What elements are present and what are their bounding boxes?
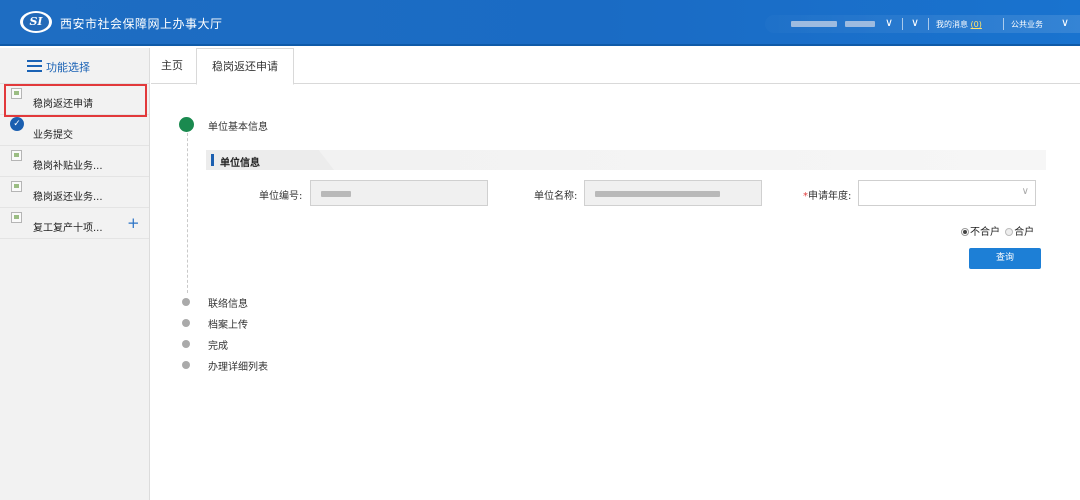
apply-year-label-text: 申请年度: [808, 191, 852, 202]
my-messages-link[interactable]: 我的消息 (0) [936, 19, 982, 30]
unit-name-field [584, 180, 762, 206]
user-role-redacted [845, 21, 875, 27]
radio-not-combined[interactable]: 不合户 [961, 227, 1000, 238]
chevron-down-icon: ∨ [1021, 186, 1029, 197]
active-step-dot [179, 117, 194, 132]
main-content: 单位基本信息 单位信息 单位编号: 单位名称: *申请年度: ∨ 不合户 合户 … [151, 85, 1080, 500]
sidebar-item-wengang-return-business[interactable]: 稳岗返还业务... [0, 177, 149, 208]
my-messages-label: 我的消息 [936, 20, 968, 29]
function-select-label: 功能选择 [46, 61, 90, 74]
public-business-menu[interactable]: 公共业务 [1011, 19, 1043, 30]
step-contact-info[interactable]: 联络信息 [182, 295, 482, 310]
user-info-redacted [791, 21, 837, 27]
broken-image-icon [11, 181, 22, 192]
public-business-chevron-icon[interactable]: ∨ [1061, 16, 1069, 29]
sidebar-item-resume-production[interactable]: 复工复产十项... + [0, 208, 149, 239]
radio-not-combined-label: 不合户 [970, 227, 1000, 238]
section-header: 单位信息 [206, 150, 1046, 170]
hamburger-menu-icon[interactable] [27, 60, 42, 72]
tab-bar: 主页 稳岗返还申请 [151, 48, 1080, 85]
user-toolbar: ∨ ∨ 我的消息 (0) 公共业务 ∨ [765, 15, 1080, 33]
step-complete[interactable]: 完成 [182, 337, 482, 352]
radio-unchecked-icon [1005, 228, 1014, 236]
tab-wengang-return-apply[interactable]: 稳岗返还申请 [196, 48, 294, 85]
step-dot [182, 361, 190, 369]
step-label: 档案上传 [208, 320, 248, 331]
step-title-unit-basic-info: 单位基本信息 [208, 122, 268, 133]
apply-year-label: *申请年度: [803, 187, 851, 202]
tab-home[interactable]: 主页 [158, 48, 186, 84]
sidebar-item-label: 稳岗补贴业务... [33, 161, 103, 172]
user-dropdown-chevron-icon[interactable]: ∨ [885, 16, 893, 29]
radio-combined-label: 合户 [1014, 227, 1035, 238]
check-circle-icon: ✓ [10, 117, 24, 131]
message-count: (0) [970, 20, 982, 29]
step-connector-line [187, 133, 188, 293]
divider [1003, 18, 1004, 30]
unit-code-field [310, 180, 488, 206]
broken-image-icon [11, 212, 22, 223]
sidebar-item-label: 稳岗返还申请 [33, 99, 93, 110]
section-title: 单位信息 [220, 158, 260, 169]
step-dot [182, 340, 190, 348]
function-select-header[interactable]: 功能选择 [0, 48, 149, 84]
divider [928, 18, 929, 30]
step-label: 联络信息 [208, 299, 248, 310]
sidebar-item-business-submit[interactable]: ✓ 业务提交 [0, 115, 149, 146]
expand-plus-icon[interactable]: + [127, 214, 140, 232]
step-archive-upload[interactable]: 档案上传 [182, 316, 482, 331]
logo-mark: SI [23, 13, 49, 31]
household-radio-group: 不合户 合户 [961, 223, 1034, 238]
query-button[interactable]: 查询 [969, 248, 1041, 269]
unit-name-label: 单位名称: [534, 191, 578, 202]
logo: SI [20, 11, 52, 33]
apply-year-select[interactable]: ∨ [858, 180, 1036, 206]
step-detail-list[interactable]: 办理详细列表 [182, 358, 482, 373]
unit-code-label: 单位编号: [259, 191, 303, 202]
step-label: 办理详细列表 [208, 362, 268, 373]
section-marker [211, 154, 214, 166]
sidebar-item-label: 稳岗返还业务... [33, 192, 103, 203]
broken-image-icon [11, 150, 22, 161]
unit-code-redacted [321, 191, 351, 197]
unit-name-redacted [595, 191, 720, 197]
sidebar-item-label: 复工复产十项... [33, 223, 103, 234]
divider [902, 18, 903, 30]
sidebar: 功能选择 稳岗返还申请 ✓ 业务提交 稳岗补贴业务... 稳岗返还业务... 复… [0, 48, 150, 500]
settings-dropdown-chevron-icon[interactable]: ∨ [911, 16, 919, 29]
broken-image-icon [11, 88, 22, 99]
radio-checked-icon [961, 228, 969, 236]
step-dot [182, 319, 190, 327]
sidebar-item-wengang-return-apply[interactable]: 稳岗返还申请 [0, 84, 149, 115]
top-bar: SI 西安市社会保障网上办事大厅 ∨ ∨ 我的消息 (0) 公共业务 ∨ [0, 0, 1080, 46]
step-label: 完成 [208, 341, 228, 352]
sidebar-item-wengang-subsidy[interactable]: 稳岗补贴业务... [0, 146, 149, 177]
step-dot [182, 298, 190, 306]
section-tab: 单位信息 [206, 150, 334, 170]
app-title: 西安市社会保障网上办事大厅 [60, 17, 223, 31]
sidebar-item-label: 业务提交 [33, 130, 73, 141]
radio-combined[interactable]: 合户 [1005, 227, 1034, 238]
